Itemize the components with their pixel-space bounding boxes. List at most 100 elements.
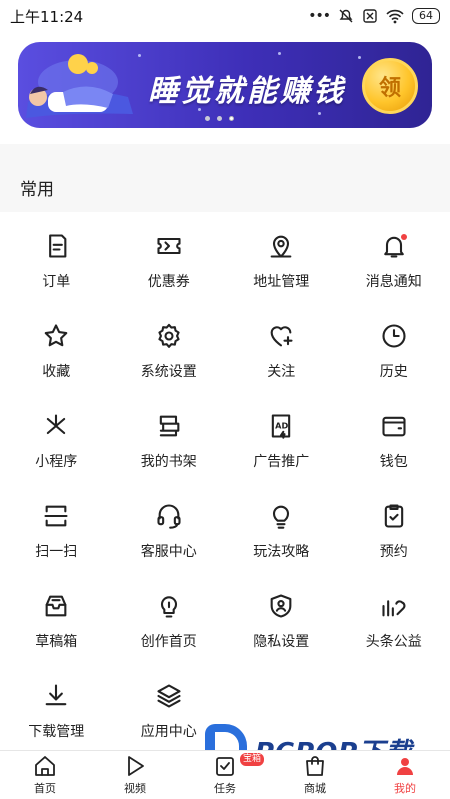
tab-label: 视频	[124, 782, 146, 795]
grid-item[interactable]: 历史	[338, 302, 450, 392]
grid-item-label: 应用中心	[140, 724, 197, 740]
grid-item[interactable]: 头条公益	[338, 572, 450, 662]
grid-item[interactable]: 草稿箱	[0, 572, 113, 662]
grid-item[interactable]: 小程序	[0, 392, 113, 482]
grid-item-label: 隐私设置	[253, 634, 310, 650]
grid-item[interactable]: 扫一扫	[0, 482, 113, 572]
tab-item[interactable]: 首页	[0, 751, 90, 799]
grid-item[interactable]: 地址管理	[225, 212, 338, 302]
grid-item-label: 广告推广	[253, 454, 310, 470]
grid-item[interactable]: 关注	[225, 302, 338, 392]
wifi-icon	[386, 9, 404, 24]
coin-label: 领	[378, 76, 401, 101]
star-icon	[42, 322, 70, 350]
clock-icon	[380, 322, 408, 350]
bottom-tab-bar: 首页 视频 任务 宝箱商城 我的	[0, 750, 450, 799]
grid-item[interactable]: 创作首页	[113, 572, 226, 662]
grid-item-label: 我的书架	[140, 454, 197, 470]
grid-item[interactable]: 玩法攻略	[225, 482, 338, 572]
task-icon	[216, 757, 234, 776]
download-icon	[42, 682, 70, 710]
banner-dot	[205, 116, 210, 121]
tab-item[interactable]: 我的	[360, 751, 450, 799]
profile-icon	[397, 758, 413, 775]
grid-item-label: 小程序	[35, 454, 78, 470]
grid-item-label: 消息通知	[365, 274, 422, 290]
battery-indicator: 64	[412, 8, 440, 24]
grid-item[interactable]: 消息通知	[338, 212, 450, 302]
grid-item-label: 历史	[379, 364, 408, 380]
charity-icon	[380, 592, 408, 620]
banner-dot	[217, 116, 222, 121]
grid-item-label: 地址管理	[253, 274, 310, 290]
grid-item[interactable]: 隐私设置	[225, 572, 338, 662]
grid-item[interactable]: 下载管理	[0, 662, 113, 752]
grid-item-label: 收藏	[42, 364, 71, 380]
grid-item-label: 扫一扫	[35, 544, 78, 560]
banner-pagination	[205, 116, 234, 121]
play-icon	[128, 756, 144, 776]
grid-item[interactable]: 优惠券	[113, 212, 226, 302]
grid-item[interactable]: 预约	[338, 482, 450, 572]
tab-badge: 宝箱	[240, 753, 265, 766]
mini-program-icon	[42, 412, 70, 440]
grid-item[interactable]: 订单	[0, 212, 113, 302]
tab-label: 首页	[34, 782, 56, 795]
grid-item[interactable]: 收藏	[0, 302, 113, 392]
grid-item-label: 钱包	[379, 454, 408, 470]
coupon-icon	[155, 232, 183, 260]
sim-off-icon	[363, 9, 377, 23]
bulb-icon	[267, 502, 295, 530]
mute-icon	[339, 9, 353, 23]
headset-icon	[155, 502, 183, 530]
layers-icon	[155, 682, 183, 710]
location-icon	[267, 232, 295, 260]
grid-item[interactable]: 我的书架	[113, 392, 226, 482]
gear-icon	[155, 322, 183, 350]
grid-item-label: 系统设置	[140, 364, 197, 380]
shop-icon	[306, 756, 324, 776]
scan-icon	[42, 502, 70, 530]
grid-item[interactable]: AD 广告推广	[225, 392, 338, 482]
grid-item-label: 预约	[379, 544, 408, 560]
grid-item-label: 头条公益	[365, 634, 422, 650]
clipboard-icon	[380, 502, 408, 530]
svg-text:AD: AD	[275, 420, 288, 430]
grid-item[interactable]: 客服中心	[113, 482, 226, 572]
home-icon	[35, 756, 55, 776]
tab-label: 我的	[394, 782, 416, 795]
grid-item-label: 玩法攻略	[253, 544, 310, 560]
tab-item[interactable]: 视频	[90, 751, 180, 799]
notification-dot	[400, 234, 407, 240]
grid-item-label: 订单	[42, 274, 71, 290]
idea-icon	[155, 592, 183, 620]
banner-dot-active	[229, 116, 234, 121]
tab-item[interactable]: 商城	[270, 751, 360, 799]
status-time: 上午11:24	[10, 7, 84, 26]
order-icon	[42, 232, 70, 260]
common-grid: 订单 优惠券 地址管理 消息通知收藏 系统设置 关注 历史小程序 我的书架 AD 广告推广 钱包扫一…	[0, 212, 450, 750]
bookshelf-icon	[155, 412, 183, 440]
status-icons: ••• 64	[308, 8, 440, 24]
grid-item-label: 创作首页	[140, 634, 197, 650]
tab-label: 商城	[304, 782, 326, 795]
wallet-icon	[380, 412, 408, 440]
grid-item-label: 关注	[267, 364, 296, 380]
grid-item-label: 草稿箱	[35, 634, 78, 650]
status-bar: 上午11:24 ••• 64	[0, 0, 450, 32]
ad-icon: AD	[267, 412, 295, 440]
sleeping-person-illustration	[26, 54, 133, 118]
grid-item[interactable]: 系统设置	[113, 302, 226, 392]
grid-item[interactable]: 应用中心	[113, 662, 226, 752]
drafts-icon	[42, 592, 70, 620]
grid-item-label: 客服中心	[140, 544, 197, 560]
tab-item[interactable]: 任务 宝箱	[180, 751, 270, 799]
more-dots-icon: •••	[308, 8, 331, 24]
heart-plus-icon	[267, 322, 295, 350]
section-title: 常用	[20, 180, 54, 200]
coin-icon[interactable]: 领	[362, 58, 418, 114]
tab-label: 任务	[214, 782, 236, 795]
grid-item[interactable]: 钱包	[338, 392, 450, 482]
grid-item-label: 优惠券	[147, 274, 190, 290]
grid-item-label: 下载管理	[28, 724, 85, 740]
